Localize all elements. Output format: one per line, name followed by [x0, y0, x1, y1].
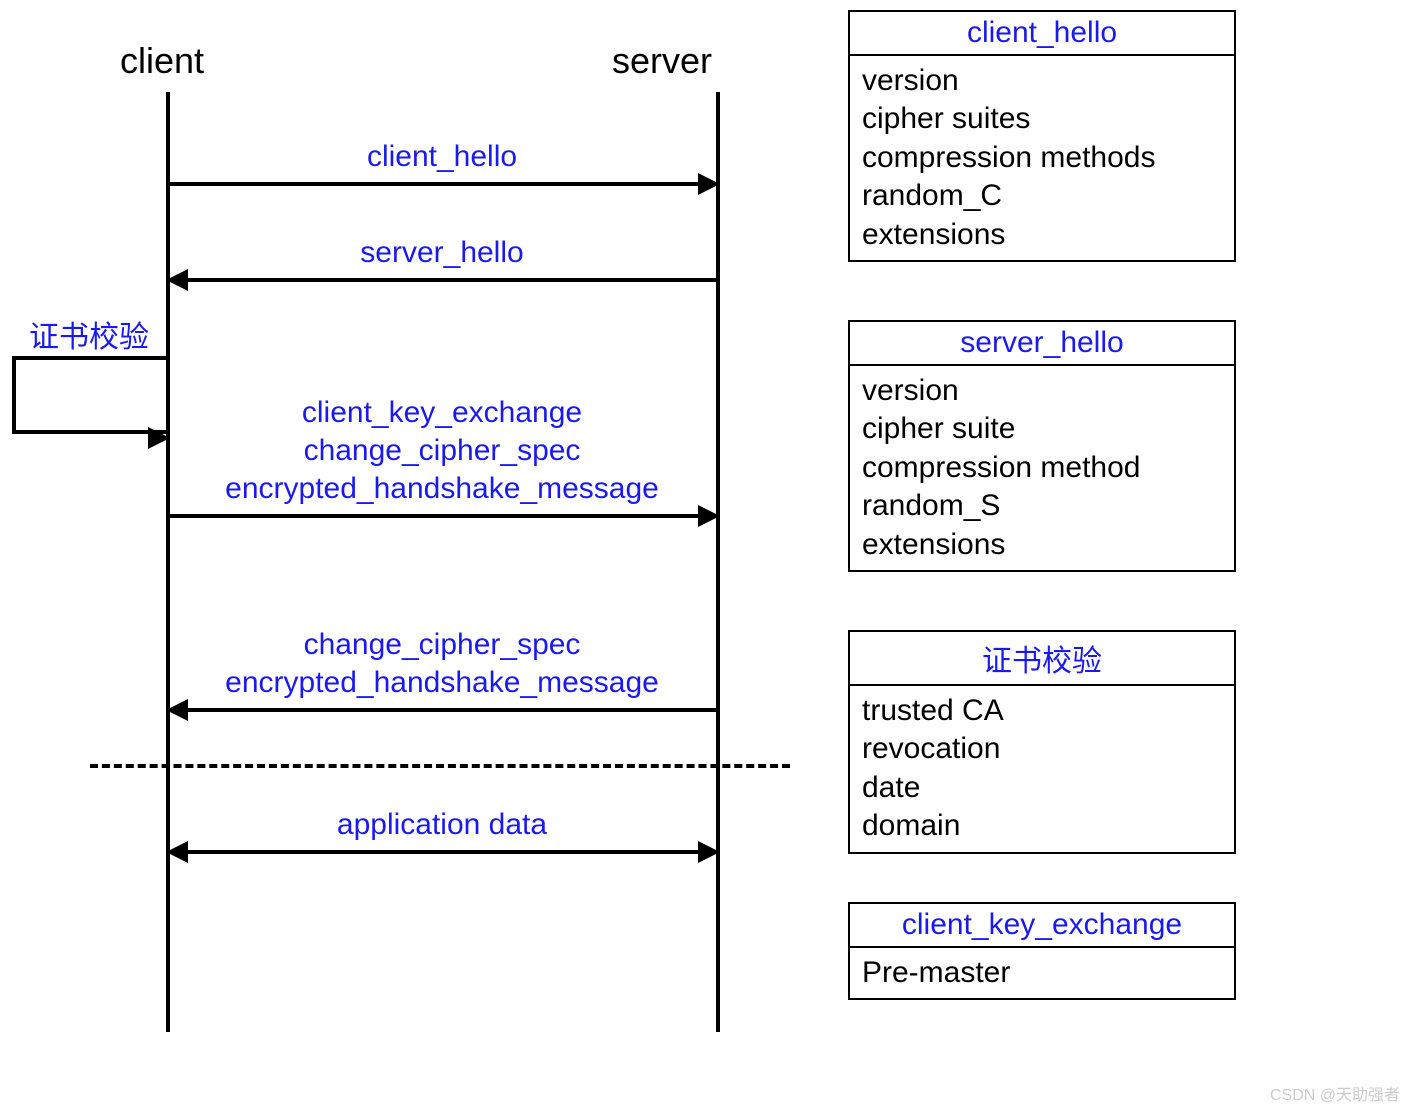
box-server-hello: server_hello version cipher suite compre…: [848, 320, 1236, 572]
box-item: version: [862, 372, 1222, 410]
box-cert-verify: 证书校验 trusted CA revocation date domain: [848, 630, 1236, 854]
arrow-right-icon: [148, 427, 170, 449]
watermark-text: CSDN @天助强者: [1270, 1081, 1400, 1105]
box-item: cipher suite: [862, 410, 1222, 448]
box-server-hello-body: version cipher suite compression method …: [850, 366, 1234, 570]
box-cert-verify-title: 证书校验: [850, 632, 1234, 686]
phase-separator-dashed: [90, 764, 790, 768]
msg-client-hello-line: [170, 182, 700, 186]
arrow-left-icon: [166, 699, 188, 721]
box-item: version: [862, 62, 1222, 100]
arrow-right-icon: [698, 173, 720, 195]
box-item: compression method: [862, 449, 1222, 487]
msg-encrypted-handshake-label: encrypted_handshake_message: [168, 472, 716, 506]
box-client-key-exchange: client_key_exchange Pre-master: [848, 902, 1236, 1000]
box-item: extensions: [862, 526, 1222, 564]
server-lifeline: [716, 92, 720, 1032]
msg-change-cipher-spec-label: change_cipher_spec: [168, 434, 716, 468]
arrow-right-icon: [698, 505, 720, 527]
box-item: trusted CA: [862, 692, 1222, 730]
box-cert-verify-body: trusted CA revocation date domain: [850, 686, 1234, 852]
msg-encrypted-handshake2-label: encrypted_handshake_message: [168, 666, 716, 700]
msg-server-hello-line: [184, 278, 716, 282]
selfcall-cert-verify-label: 证书校验: [14, 312, 164, 356]
msg-client-key-exchange-label: client_key_exchange: [168, 396, 716, 430]
box-item: cipher suites: [862, 100, 1222, 138]
box-item: date: [862, 769, 1222, 807]
msg-client-hello-label: client_hello: [168, 140, 716, 174]
msg-group4-line: [184, 708, 716, 712]
server-label: server: [612, 40, 712, 82]
arrow-left-icon: [166, 841, 188, 863]
box-item: compression methods: [862, 139, 1222, 177]
box-item: Pre-master: [862, 954, 1222, 992]
box-item: random_S: [862, 487, 1222, 525]
box-item: random_C: [862, 177, 1222, 215]
msg-application-data-line: [184, 850, 700, 854]
arrow-left-icon: [166, 269, 188, 291]
box-client-hello-body: version cipher suites compression method…: [850, 56, 1234, 260]
box-client-hello-title: client_hello: [850, 12, 1234, 56]
msg-application-data-label: application data: [168, 808, 716, 842]
box-item: revocation: [862, 730, 1222, 768]
arrow-right-icon: [698, 841, 720, 863]
box-client-hello: client_hello version cipher suites compr…: [848, 10, 1236, 262]
client-label: client: [120, 40, 204, 82]
box-server-hello-title: server_hello: [850, 322, 1234, 366]
client-lifeline: [166, 92, 170, 1032]
box-client-key-exchange-body: Pre-master: [850, 948, 1234, 998]
msg-group3-line: [170, 514, 700, 518]
box-item: extensions: [862, 216, 1222, 254]
msg-server-hello-label: server_hello: [168, 236, 716, 270]
box-client-key-exchange-title: client_key_exchange: [850, 904, 1234, 948]
selfcall-cert-verify-box: [12, 356, 168, 434]
box-item: domain: [862, 807, 1222, 845]
tls-sequence-diagram: client server client_hello server_hello …: [0, 0, 1406, 1109]
msg-change-cipher-spec2-label: change_cipher_spec: [168, 628, 716, 662]
